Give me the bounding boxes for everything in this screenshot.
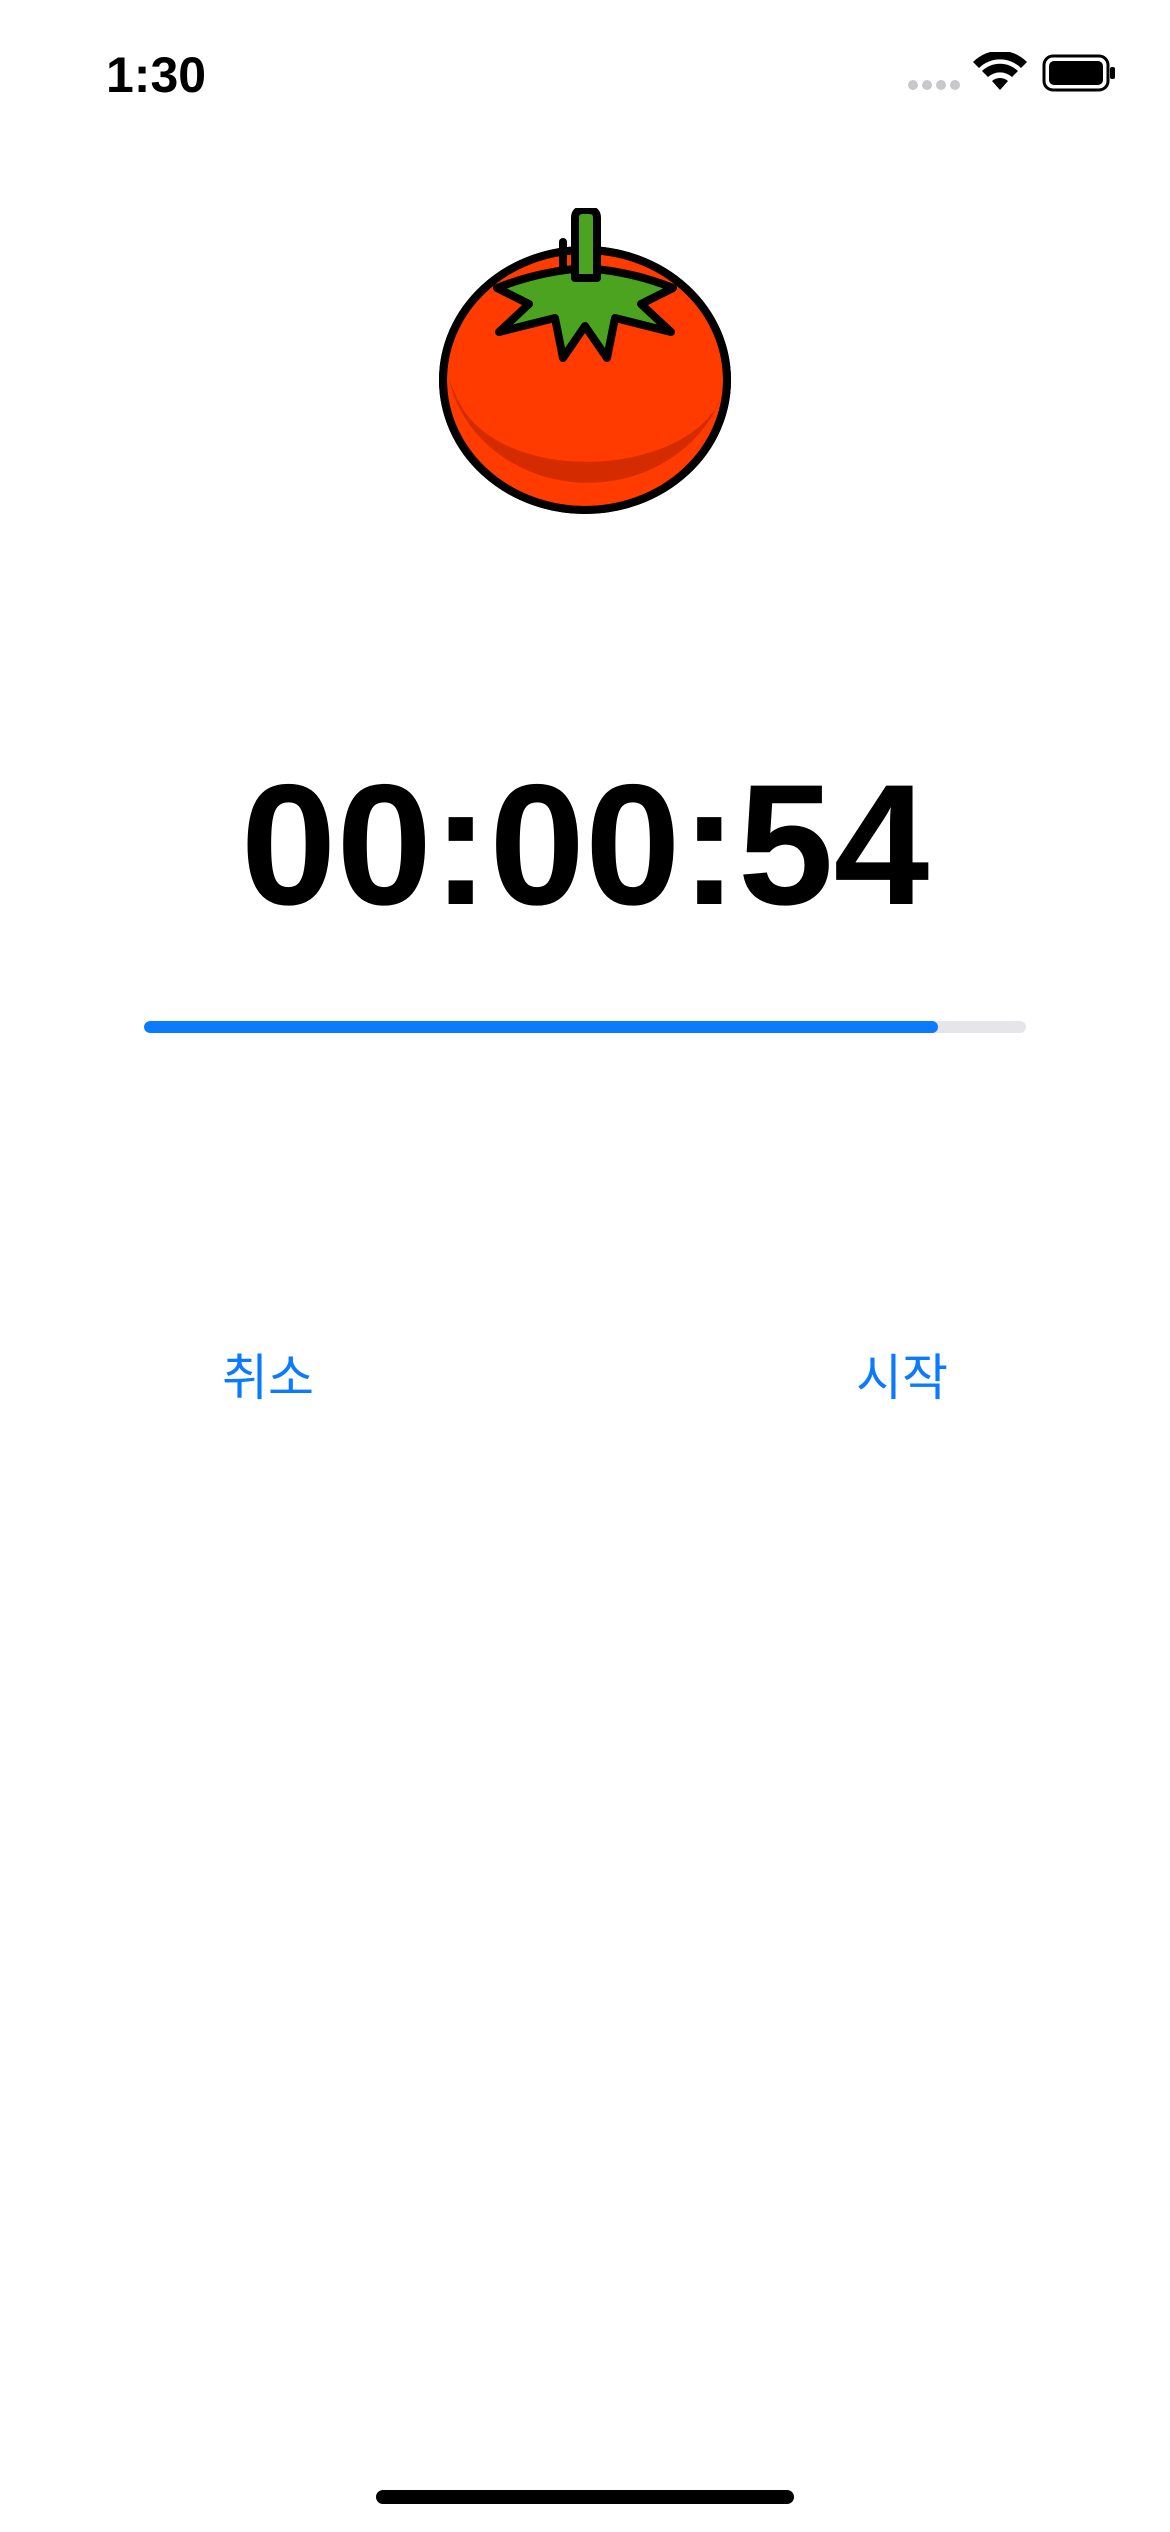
home-indicator [376,2490,794,2504]
tomato-icon [439,208,731,514]
start-button[interactable]: 시작 [856,1338,948,1418]
wifi-icon [973,52,1027,90]
cellular-signal-icon [908,80,960,90]
status-time: 1:30 [106,47,207,103]
timer-display: 00:00:54 [240,749,930,941]
progress-fill [144,1021,938,1033]
status-bar: 1:30 [0,0,1170,150]
cancel-button[interactable]: 취소 [222,1338,314,1418]
progress-bar [144,1021,1026,1033]
battery-icon [1042,54,1115,92]
